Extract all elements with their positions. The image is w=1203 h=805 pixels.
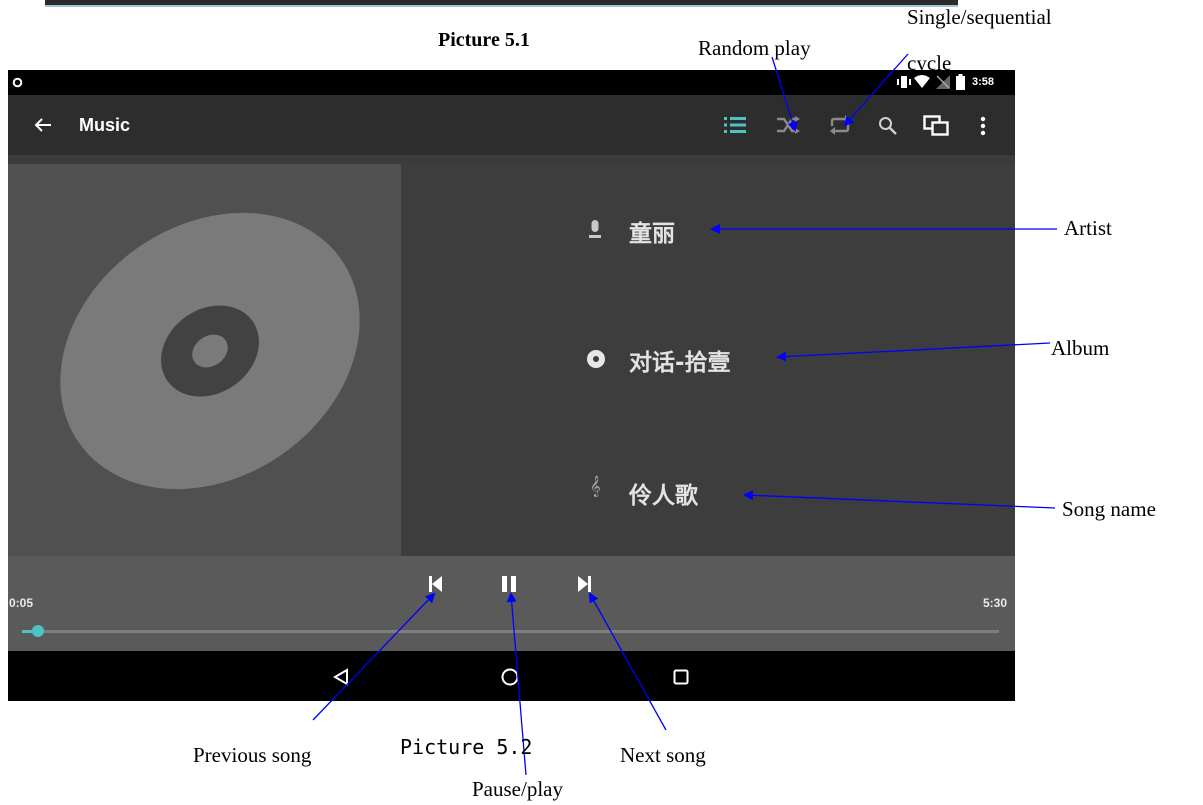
label-cycle: cycle: [907, 51, 952, 75]
label-song-name: Song name: [1062, 497, 1156, 521]
label-single-sequential: Single/sequential: [907, 5, 1052, 29]
label-previous-song: Previous song: [193, 743, 312, 767]
arrow-song-name: [743, 490, 1056, 509]
arrow-next-song: [589, 592, 667, 731]
label-artist: Artist: [1064, 216, 1112, 240]
label-next-song: Next song: [620, 743, 706, 767]
arrow-single-sequential: [843, 53, 909, 127]
arrow-previous-song: [312, 592, 436, 721]
picture-caption-bottom: Picture 5.2: [400, 735, 533, 759]
label-pause-play: Pause/play: [472, 777, 563, 801]
label-album: Album: [1051, 336, 1110, 360]
label-random-play: Random play: [698, 36, 811, 60]
arrow-album: [776, 342, 1051, 362]
annotation-arrows: [312, 53, 1057, 776]
arrow-random-play: [771, 56, 798, 132]
